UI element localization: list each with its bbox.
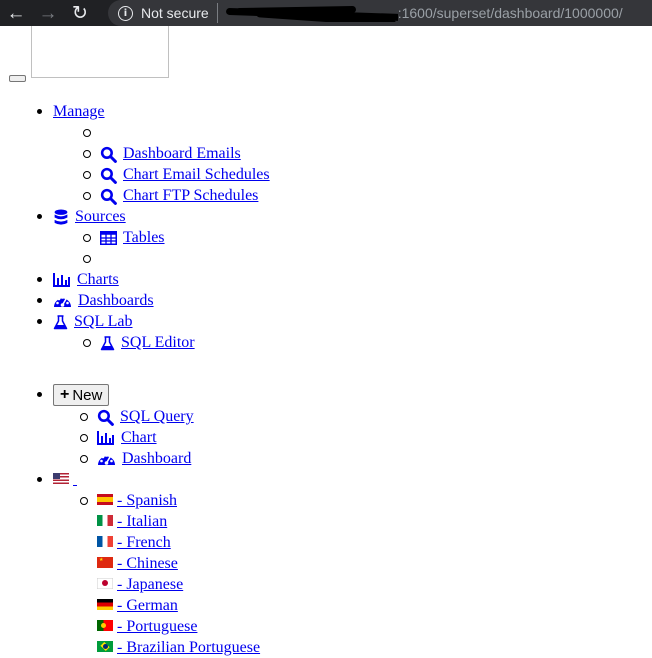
back-arrow-icon[interactable]: ← — [0, 0, 32, 26]
dashboard-icon — [53, 294, 72, 308]
sql-editor-link[interactable]: SQL Editor — [121, 334, 195, 351]
database-icon — [53, 209, 69, 226]
flask-icon — [100, 336, 115, 351]
language-item-italian[interactable]: - Italian — [97, 511, 167, 532]
japanese-label[interactable]: - Japanese — [117, 576, 183, 593]
forward-arrow-icon[interactable]: → — [32, 0, 64, 26]
sql-lab-item-sql-editor[interactable]: SQL Editor — [83, 332, 195, 353]
chart-email-schedules-link[interactable]: Chart Email Schedules — [123, 166, 270, 183]
reload-icon[interactable]: ↻ — [64, 0, 96, 26]
chart-ftp-schedules-link[interactable]: Chart FTP Schedules — [123, 187, 258, 204]
language-item-japanese[interactable]: - Japanese — [97, 574, 183, 595]
charts-link[interactable]: Charts — [77, 271, 119, 288]
new-item-dashboard[interactable]: Dashboard — [79, 448, 191, 469]
sql-query-link[interactable]: SQL Query — [120, 408, 194, 425]
new-button[interactable]: + New — [53, 384, 110, 406]
search-icon — [100, 167, 117, 184]
flag-cn-icon: ★ — [97, 556, 113, 568]
language-item-chinese[interactable]: ★ - Chinese — [97, 553, 178, 574]
plus-icon: + — [60, 386, 70, 403]
search-icon — [97, 409, 114, 426]
new-dashboard-link[interactable]: Dashboard — [122, 450, 191, 467]
browser-toolbar: ← → ↻ i Not secure :1600/superset/dashbo… — [0, 0, 652, 26]
brand-logo[interactable] — [31, 26, 169, 78]
security-label[interactable]: Not secure — [141, 5, 209, 21]
dashboard-icon — [97, 452, 116, 466]
flag-pt-icon — [97, 619, 113, 631]
flask-icon — [53, 315, 68, 330]
menu-language[interactable] — [37, 469, 77, 490]
menu-charts[interactable]: Charts — [37, 269, 119, 290]
info-icon[interactable]: i — [118, 5, 133, 21]
german-label[interactable]: - German — [117, 597, 178, 614]
spanish-label[interactable]: - Spanish — [117, 492, 177, 509]
redacted-host — [225, 4, 398, 22]
flag-jp-icon — [97, 577, 113, 589]
flag-us-icon — [53, 472, 69, 484]
portuguese-label[interactable]: - Portuguese — [117, 618, 197, 635]
tables-link[interactable]: Tables — [123, 229, 165, 246]
language-item-portuguese[interactable]: - Portuguese — [97, 616, 197, 637]
sql-lab-link[interactable]: SQL Lab — [74, 313, 133, 330]
language-item-french[interactable]: - French — [97, 532, 171, 553]
french-label[interactable]: - French — [117, 534, 171, 551]
new-chart-link[interactable]: Chart — [121, 429, 157, 446]
bar-chart-icon — [53, 273, 71, 288]
dashboard-emails-link[interactable]: Dashboard Emails — [123, 145, 241, 162]
menu-manage-link[interactable]: Manage — [53, 103, 105, 120]
manage-item-chart-email-schedules[interactable]: Chart Email Schedules — [83, 164, 270, 185]
address-divider — [216, 3, 218, 23]
flag-es-icon — [97, 493, 113, 505]
new-item-chart[interactable]: Chart — [80, 427, 157, 448]
brazilian-portuguese-label[interactable]: - Brazilian Portuguese — [117, 639, 260, 656]
url-text[interactable]: :1600/superset/dashboard/1000000/ — [398, 5, 623, 21]
dashboards-link[interactable]: Dashboards — [78, 292, 154, 309]
flag-it-icon — [97, 514, 113, 526]
bar-chart-icon — [97, 431, 115, 446]
search-icon — [100, 146, 117, 163]
menu-sources[interactable]: Sources — [37, 206, 126, 227]
manage-item-chart-ftp-schedules[interactable]: Chart FTP Schedules — [82, 185, 258, 206]
flag-de-icon — [97, 598, 113, 610]
manage-item-dashboard-emails[interactable]: Dashboard Emails — [83, 143, 241, 164]
new-item-sql-query[interactable]: SQL Query — [80, 406, 194, 427]
search-icon — [100, 188, 117, 205]
sources-item-tables[interactable]: Tables — [83, 227, 165, 248]
menu-dashboards[interactable]: Dashboards — [37, 290, 154, 311]
menu-manage[interactable]: Manage — [37, 101, 105, 122]
language-item-german[interactable]: - German — [97, 595, 178, 616]
flag-fr-icon — [97, 535, 113, 547]
language-toggle-link[interactable] — [53, 471, 77, 488]
new-button-label: New — [72, 386, 103, 404]
navbar-toggle-button[interactable] — [9, 75, 26, 82]
language-item-brazilian-portuguese[interactable]: - Brazilian Portuguese — [97, 637, 260, 658]
sources-link[interactable]: Sources — [75, 208, 126, 225]
address-bar[interactable]: i Not secure :1600/superset/dashboard/10… — [108, 0, 652, 26]
language-item-spanish[interactable]: - Spanish — [80, 490, 177, 511]
italian-label[interactable]: - Italian — [117, 513, 167, 530]
menu-sql-lab[interactable]: SQL Lab — [37, 311, 133, 332]
table-icon — [100, 231, 117, 246]
chinese-label[interactable]: - Chinese — [117, 555, 178, 572]
flag-br-icon — [97, 640, 113, 652]
